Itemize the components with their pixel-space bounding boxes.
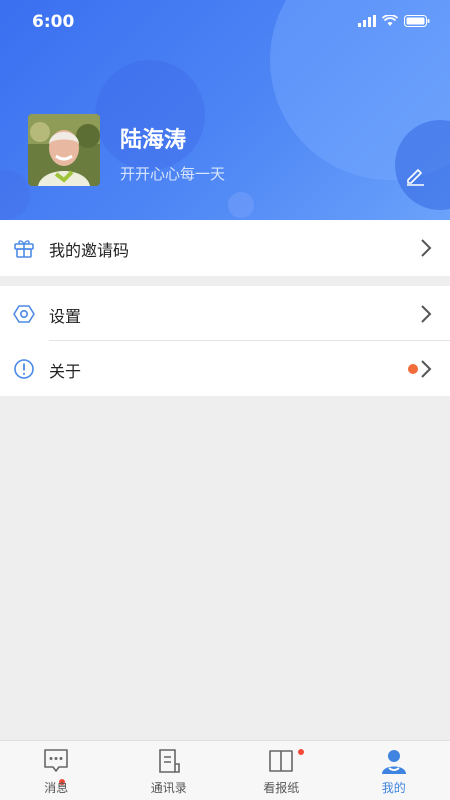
profile-header: 6:00 陆海涛 开开心心每一天 [0, 0, 450, 220]
invite-group: 我的邀请码 [0, 220, 450, 276]
tab-badge [298, 749, 304, 755]
settings-icon [13, 305, 35, 323]
notification-dot [408, 364, 418, 374]
tab-label: 通讯录 [150, 781, 187, 795]
profile-icon [381, 750, 406, 774]
tab-label: 我的 [381, 781, 406, 795]
decor-bubble [0, 170, 30, 220]
battery-icon [404, 15, 430, 27]
chevron-right-icon [421, 239, 432, 257]
menu-item-settings[interactable]: 设置 [0, 286, 450, 341]
tab-newspaper[interactable]: 看报纸 [225, 741, 338, 800]
settings-group: 设置 关于 [0, 286, 450, 396]
edit-icon[interactable] [404, 164, 426, 186]
menu-label: 关于 [49, 362, 82, 381]
bottom-tab-bar: 消息 通讯录 看报纸 我的 [0, 740, 450, 800]
tab-messages[interactable]: 消息 [0, 741, 113, 800]
user-motto: 开开心心每一天 [120, 165, 226, 183]
menu-item-about[interactable]: 关于 [0, 341, 450, 396]
signal-icon [358, 15, 376, 27]
menu-label: 设置 [49, 307, 82, 326]
avatar[interactable] [28, 114, 100, 186]
chat-icon [44, 749, 68, 772]
menu-item-invite-code[interactable]: 我的邀请码 [0, 220, 450, 275]
menu-label: 我的邀请码 [49, 241, 130, 260]
wifi-icon [382, 15, 398, 26]
tab-label: 消息 [44, 781, 69, 795]
contacts-icon [158, 749, 180, 773]
tab-label: 看报纸 [263, 781, 300, 795]
status-time: 6:00 [32, 12, 75, 32]
newspaper-icon [269, 750, 293, 772]
tab-contacts[interactable]: 通讯录 [113, 741, 226, 800]
gift-icon [14, 240, 34, 258]
status-bar: 6:00 [0, 0, 450, 44]
user-name: 陆海涛 [120, 128, 187, 153]
decor-bubble [228, 192, 254, 218]
chevron-right-icon [421, 305, 432, 323]
info-icon [14, 359, 34, 379]
tab-mine[interactable]: 我的 [338, 741, 450, 800]
chevron-right-icon [421, 360, 432, 378]
